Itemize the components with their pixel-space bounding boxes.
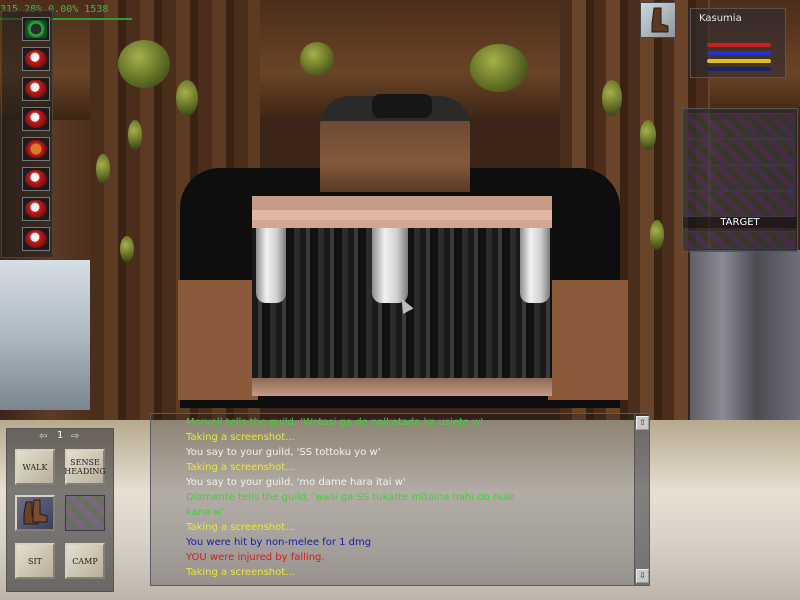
- chat-window[interactable]: Morvell tells the guild, 'Watasi ga de n…: [150, 413, 650, 586]
- gem-graphic: [25, 200, 47, 218]
- chat-scrollbar[interactable]: ⇧ ⇩: [634, 414, 649, 585]
- hp-bar: [707, 43, 771, 47]
- hotbar-page-number: 1: [57, 430, 64, 441]
- mana-bar: [707, 51, 771, 55]
- boot-icon: [651, 7, 669, 33]
- chat-line: Diamante tells the guild, 'wasi ga SS tu…: [186, 492, 515, 503]
- npc-arm: [548, 280, 628, 400]
- spell-gem-5-icon[interactable]: [22, 167, 50, 191]
- spell-gem-1-icon[interactable]: [22, 47, 50, 71]
- garment-flap: [372, 228, 408, 303]
- boots-icon: [23, 499, 48, 525]
- camp-button[interactable]: CAMP: [65, 543, 105, 579]
- npc-garment: [252, 196, 552, 396]
- garment-hem: [252, 378, 552, 396]
- wall-knob: [602, 80, 622, 116]
- hotbar-prev-icon[interactable]: ⇦: [39, 431, 47, 442]
- wall-knob: [650, 220, 664, 250]
- chat-line: Taking a screenshot...: [186, 567, 295, 578]
- chat-line: You say to your guild, 'SS tottoku yo w': [186, 447, 381, 458]
- chat-line: Morvell tells the guild, 'Watasi ga de n…: [186, 417, 484, 428]
- walk-button[interactable]: WALK: [15, 449, 55, 485]
- gem-graphic: [25, 110, 47, 128]
- npc-hair: [372, 94, 432, 118]
- spell-gem-bar: [1, 10, 53, 258]
- scroll-down-icon[interactable]: ⇩: [636, 569, 649, 583]
- wall-knob: [176, 80, 198, 116]
- garment-flap: [520, 228, 550, 303]
- wall-knob: [640, 120, 656, 150]
- hotbar-next-icon[interactable]: ⇨: [71, 431, 79, 442]
- group-slot[interactable]: [687, 139, 795, 165]
- spell-gem-7-icon[interactable]: [22, 227, 50, 251]
- chat-line: kana w': [186, 507, 225, 518]
- wall-knob: [96, 154, 110, 184]
- group-window: TARGET: [682, 108, 798, 252]
- inventory-boots-slot[interactable]: [640, 2, 676, 38]
- gem-graphic: [25, 140, 47, 158]
- empty-hotbar-slot[interactable]: [65, 495, 105, 531]
- sit-button[interactable]: SIT: [15, 543, 55, 579]
- boots-item-button[interactable]: [15, 495, 55, 531]
- chat-line: YOU were injured by falling.: [186, 552, 325, 563]
- target-label[interactable]: TARGET: [683, 217, 797, 228]
- chat-log: Morvell tells the guild, 'Watasi ga de n…: [186, 415, 631, 580]
- chat-line: Taking a screenshot...: [186, 432, 295, 443]
- stamina-bar: [707, 59, 771, 63]
- spell-gem-3-icon[interactable]: [22, 107, 50, 131]
- wall-knob: [120, 236, 134, 262]
- group-slot[interactable]: [687, 165, 795, 191]
- chat-line: You were hit by non-melee for 1 dmg: [186, 537, 372, 548]
- sense-heading-button[interactable]: SENSE HEADING: [64, 449, 106, 485]
- spellbook-icon[interactable]: [22, 17, 50, 41]
- npc-arm: [178, 280, 258, 400]
- player-window[interactable]: Kasumia: [690, 8, 786, 78]
- spell-gem-6-icon[interactable]: [22, 197, 50, 221]
- chat-line: Taking a screenshot...: [186, 462, 295, 473]
- scroll-up-icon[interactable]: ⇧: [636, 416, 649, 430]
- gem-graphic: [25, 50, 47, 68]
- chat-line: You say to your guild, 'mo dame hara ita…: [186, 477, 406, 488]
- group-slot[interactable]: [687, 191, 795, 217]
- garment-flap: [256, 228, 286, 303]
- spell-gem-4-icon[interactable]: [22, 137, 50, 161]
- spell-gem-2-icon[interactable]: [22, 77, 50, 101]
- wall-knob: [118, 40, 170, 88]
- chat-line: Taking a screenshot...: [186, 522, 295, 533]
- wall-knob: [300, 42, 334, 76]
- hotbar-window: ⇦ 1 ⇨ WALK SENSE HEADING SIT CAMP: [6, 428, 114, 592]
- target-health-bar: [687, 231, 795, 249]
- wall-knob: [470, 44, 528, 92]
- group-slot[interactable]: [687, 113, 795, 139]
- gem-graphic: [25, 80, 47, 98]
- gem-graphic: [25, 230, 47, 248]
- gem-graphic: [25, 170, 47, 188]
- experience-bar: [707, 67, 771, 71]
- player-name: Kasumia: [699, 13, 742, 24]
- gem-graphic: [25, 20, 47, 38]
- wall-knob: [128, 120, 142, 150]
